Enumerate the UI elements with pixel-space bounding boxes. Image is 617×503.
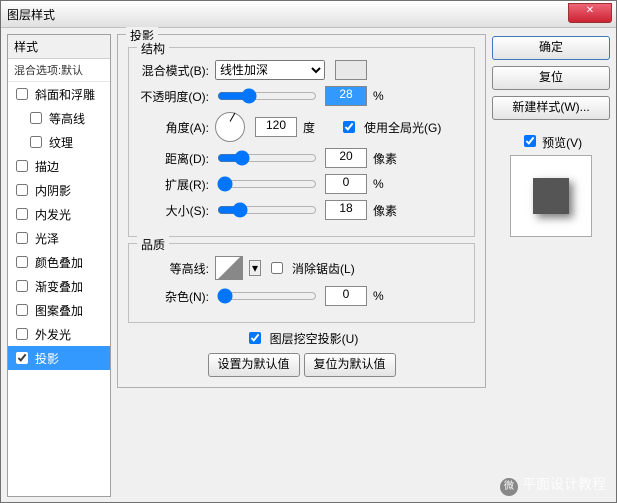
style-checkbox[interactable] — [16, 88, 28, 100]
angle-label: 角度(A): — [139, 119, 209, 136]
style-checkbox[interactable] — [16, 256, 28, 268]
spread-slider[interactable] — [217, 176, 317, 192]
angle-dial[interactable] — [215, 112, 245, 142]
new-style-button[interactable]: 新建样式(W)... — [492, 96, 610, 120]
style-checkbox[interactable] — [16, 184, 28, 196]
close-button[interactable]: ✕ — [568, 3, 612, 23]
preview-square — [533, 178, 569, 214]
style-item[interactable]: 纹理 — [8, 130, 110, 154]
style-checkbox[interactable] — [16, 328, 28, 340]
style-label: 内发光 — [35, 206, 71, 223]
drop-shadow-section: 投影 结构 混合模式(B): 线性加深 不透明度(O): 28 % — [117, 34, 486, 388]
style-item[interactable]: 内发光 — [8, 202, 110, 226]
style-checkbox[interactable] — [16, 280, 28, 292]
preview-canvas — [510, 155, 592, 237]
preview-checkbox[interactable] — [524, 135, 536, 147]
structure-title: 结构 — [137, 40, 169, 57]
action-panel: 确定 复位 新建样式(W)... 预览(V) — [492, 34, 610, 497]
noise-unit: % — [373, 289, 403, 303]
style-item[interactable]: 图案叠加 — [8, 298, 110, 322]
quality-title: 品质 — [137, 236, 169, 253]
noise-input[interactable]: 0 — [325, 286, 367, 306]
style-item[interactable]: 外发光 — [8, 322, 110, 346]
titlebar: 图层样式 ✕ — [1, 1, 616, 28]
structure-group: 结构 混合模式(B): 线性加深 不透明度(O): 28 % 角度(A): — [128, 47, 475, 237]
distance-unit: 像素 — [373, 150, 403, 167]
contour-label: 等高线: — [139, 260, 209, 277]
spread-label: 扩展(R): — [139, 176, 209, 193]
cancel-button[interactable]: 复位 — [492, 66, 610, 90]
angle-input[interactable]: 120 — [255, 117, 297, 137]
style-label: 渐变叠加 — [35, 278, 83, 295]
spread-input[interactable]: 0 — [325, 174, 367, 194]
settings-panel: 投影 结构 混合模式(B): 线性加深 不透明度(O): 28 % — [117, 34, 486, 497]
opacity-input[interactable]: 28 — [325, 86, 367, 106]
style-label: 纹理 — [49, 134, 73, 151]
blend-mode-label: 混合模式(B): — [139, 62, 209, 79]
style-item[interactable]: 投影 — [8, 346, 110, 370]
knockout-checkbox[interactable] — [249, 332, 261, 344]
chevron-down-icon[interactable]: ▾ — [249, 260, 261, 276]
antialias-label: 消除锯齿(L) — [292, 260, 355, 277]
style-label: 图案叠加 — [35, 302, 83, 319]
distance-label: 距离(D): — [139, 150, 209, 167]
style-checkbox[interactable] — [30, 136, 42, 148]
style-checkbox[interactable] — [16, 304, 28, 316]
style-label: 光泽 — [35, 230, 59, 247]
distance-slider[interactable] — [217, 150, 317, 166]
style-item[interactable]: 内阴影 — [8, 178, 110, 202]
opacity-slider[interactable] — [217, 88, 317, 104]
style-item[interactable]: 斜面和浮雕 — [8, 82, 110, 106]
style-label: 斜面和浮雕 — [35, 86, 95, 103]
wechat-icon: 微 — [500, 478, 518, 496]
style-checkbox[interactable] — [16, 160, 28, 172]
global-light-label: 使用全局光(G) — [364, 119, 441, 136]
size-label: 大小(S): — [139, 202, 209, 219]
style-label: 等高线 — [49, 110, 85, 127]
window-title: 图层样式 — [7, 6, 55, 23]
opacity-unit: % — [373, 89, 403, 103]
blend-options-header[interactable]: 混合选项:默认 — [8, 59, 110, 82]
style-label: 内阴影 — [35, 182, 71, 199]
style-label: 颜色叠加 — [35, 254, 83, 271]
contour-picker[interactable] — [215, 256, 243, 280]
ok-button[interactable]: 确定 — [492, 36, 610, 60]
style-label: 描边 — [35, 158, 59, 175]
global-light-checkbox[interactable] — [343, 121, 355, 133]
style-label: 投影 — [35, 350, 59, 367]
knockout-label: 图层挖空投影(U) — [270, 330, 359, 347]
style-checkbox[interactable] — [16, 208, 28, 220]
quality-group: 品质 等高线: ▾ 消除锯齿(L) 杂色(N): 0 % — [128, 243, 475, 323]
blend-mode-select[interactable]: 线性加深 — [215, 60, 325, 80]
antialias-checkbox[interactable] — [271, 262, 283, 274]
set-default-button[interactable]: 设置为默认值 — [208, 353, 300, 377]
style-item[interactable]: 描边 — [8, 154, 110, 178]
styles-list: 样式 混合选项:默认 斜面和浮雕等高线纹理描边内阴影内发光光泽颜色叠加渐变叠加图… — [7, 34, 111, 497]
preview-label: 预览(V) — [542, 136, 582, 150]
size-input[interactable]: 18 — [325, 200, 367, 220]
style-item[interactable]: 颜色叠加 — [8, 250, 110, 274]
style-item[interactable]: 等高线 — [8, 106, 110, 130]
angle-unit: 度 — [303, 119, 333, 136]
style-checkbox[interactable] — [30, 112, 42, 124]
style-checkbox[interactable] — [16, 352, 28, 364]
style-checkbox[interactable] — [16, 232, 28, 244]
size-unit: 像素 — [373, 202, 403, 219]
watermark: 微平面设计教程 — [500, 474, 606, 496]
distance-input[interactable]: 20 — [325, 148, 367, 168]
reset-default-button[interactable]: 复位为默认值 — [304, 353, 396, 377]
layer-style-dialog: 图层样式 ✕ 样式 混合选项:默认 斜面和浮雕等高线纹理描边内阴影内发光光泽颜色… — [0, 0, 617, 503]
color-swatch[interactable] — [335, 60, 367, 80]
style-item[interactable]: 渐变叠加 — [8, 274, 110, 298]
styles-header: 样式 — [8, 35, 110, 59]
style-item[interactable]: 光泽 — [8, 226, 110, 250]
opacity-label: 不透明度(O): — [139, 88, 209, 105]
noise-slider[interactable] — [217, 288, 317, 304]
size-slider[interactable] — [217, 202, 317, 218]
spread-unit: % — [373, 177, 403, 191]
noise-label: 杂色(N): — [139, 288, 209, 305]
style-label: 外发光 — [35, 326, 71, 343]
